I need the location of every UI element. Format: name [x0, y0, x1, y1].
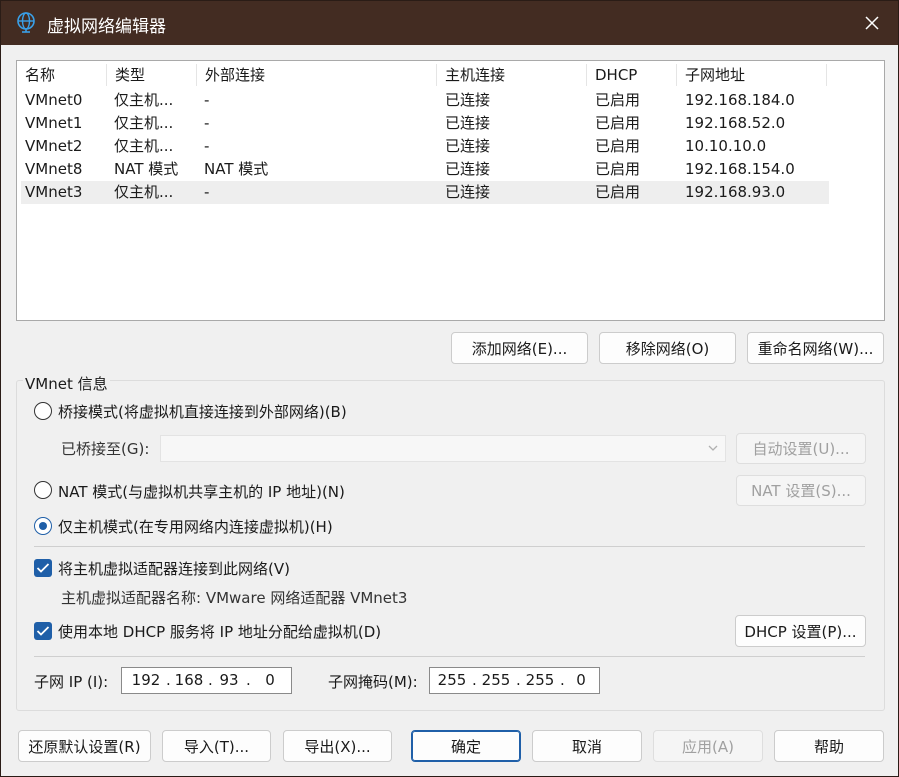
ip-octet[interactable]: 192 [126, 668, 166, 693]
cell-external: - [204, 91, 210, 109]
connect-adapter-checkbox[interactable] [34, 559, 52, 577]
column-header-external[interactable]: 外部连接 [197, 61, 437, 89]
bridged-to-select[interactable] [160, 435, 726, 462]
nat-mode-radio[interactable] [34, 481, 52, 499]
cell-subnet: 192.168.52.0 [685, 114, 786, 132]
divider [34, 656, 865, 657]
host-only-mode-label[interactable]: 仅主机模式(在专用网络内连接虚拟机)(H) [58, 516, 333, 537]
column-header-type[interactable]: 类型 [107, 61, 197, 89]
column-header-label: 类型 [115, 66, 146, 84]
globe-icon [17, 12, 35, 33]
table-row-selected[interactable]: VMnet3 仅主机... - 已连接 已启用 192.168.93.0 [21, 181, 829, 204]
cell-type: NAT 模式 [114, 160, 179, 178]
table-row[interactable]: VMnet8 NAT 模式 NAT 模式 已连接 已启用 192.168.154… [21, 158, 829, 181]
column-header-dhcp[interactable]: DHCP [587, 61, 677, 89]
ip-octet[interactable]: 168 [170, 668, 208, 693]
mask-octet[interactable]: 255 [520, 668, 560, 693]
rename-network-button[interactable]: 重命名网络(W)... [747, 332, 884, 364]
checkmark-icon [36, 626, 50, 636]
cell-name: VMnet1 [25, 114, 83, 132]
mask-octet[interactable]: 255 [476, 668, 516, 693]
column-header-host[interactable]: 主机连接 [437, 61, 587, 89]
checkmark-icon [36, 563, 50, 573]
use-dhcp-label[interactable]: 使用本地 DHCP 服务将 IP 地址分配给虚拟机(D) [58, 621, 381, 642]
cell-name: VMnet3 [25, 183, 83, 201]
use-dhcp-checkbox[interactable] [34, 622, 52, 640]
cell-host: 已连接 [445, 160, 491, 178]
table-row[interactable]: VMnet0 仅主机... - 已连接 已启用 192.168.184.0 [21, 89, 829, 112]
subnet-ip-input[interactable]: 192 . 168 . 93 . 0 [121, 667, 292, 694]
import-button[interactable]: 导入(T)... [162, 730, 271, 762]
cell-name: VMnet8 [25, 160, 83, 178]
add-network-button[interactable]: 添加网络(E)... [451, 332, 588, 364]
restore-defaults-button[interactable]: 还原默认设置(R) [18, 730, 151, 762]
list-header: 名称 类型 外部连接 主机连接 DHCP 子网地址 [17, 61, 884, 89]
cell-dhcp: 已启用 [595, 137, 641, 155]
dhcp-settings-button[interactable]: DHCP 设置(P)... [735, 615, 866, 647]
cell-type: 仅主机... [114, 91, 174, 109]
subnet-mask-input[interactable]: 255 . 255 . 255 . 0 [429, 667, 600, 694]
title-bar: 虚拟网络编辑器 [1, 1, 898, 45]
cell-type: 仅主机... [114, 114, 174, 132]
bridged-to-label: 已桥接至(G): [61, 440, 150, 458]
cancel-button[interactable]: 取消 [532, 730, 642, 762]
table-row[interactable]: VMnet1 仅主机... - 已连接 已启用 192.168.52.0 [21, 112, 829, 135]
subnet-mask-label: 子网掩码(M): [328, 673, 418, 691]
chevron-down-icon [708, 445, 718, 451]
column-header-label: 子网地址 [685, 66, 746, 84]
nat-mode-label[interactable]: NAT 模式(与虚拟机共享主机的 IP 地址)(N) [58, 481, 345, 502]
auto-settings-button[interactable]: 自动设置(U)... [736, 433, 866, 464]
close-icon [865, 16, 879, 30]
table-row[interactable]: VMnet2 仅主机... - 已连接 已启用 10.10.10.0 [21, 135, 829, 158]
help-button[interactable]: 帮助 [774, 730, 884, 762]
nat-settings-button[interactable]: NAT 设置(S)... [736, 475, 866, 506]
cell-host: 已连接 [445, 114, 491, 132]
connect-adapter-label[interactable]: 将主机虚拟适配器连接到此网络(V) [58, 558, 290, 579]
cell-name: VMnet2 [25, 137, 83, 155]
bridged-mode-radio[interactable] [34, 402, 52, 420]
column-header-label: 名称 [25, 66, 56, 84]
adapter-name-text: 主机虚拟适配器名称: VMware 网络适配器 VMnet3 [61, 589, 408, 607]
column-header-subnet[interactable]: 子网地址 [677, 61, 827, 89]
cell-dhcp: 已启用 [595, 91, 641, 109]
apply-button[interactable]: 应用(A) [653, 730, 763, 762]
cell-external: - [204, 137, 210, 155]
vmnet-info-label: VMnet 信息 [23, 373, 110, 394]
ip-octet[interactable]: 93 [212, 668, 246, 693]
network-list[interactable]: 名称 类型 外部连接 主机连接 DHCP 子网地址 VMnet0 仅主机... … [16, 60, 885, 321]
export-button[interactable]: 导出(X)... [283, 730, 392, 762]
mask-octet[interactable]: 255 [432, 668, 472, 693]
ok-button[interactable]: 确定 [411, 730, 521, 762]
mask-octet[interactable]: 0 [564, 668, 598, 693]
cell-subnet: 192.168.93.0 [685, 183, 786, 201]
cell-external: NAT 模式 [204, 160, 269, 178]
divider [34, 546, 865, 547]
subnet-ip-label: 子网 IP (I): [34, 673, 109, 691]
column-header-label: 主机连接 [445, 66, 506, 84]
cell-dhcp: 已启用 [595, 183, 641, 201]
cell-external: - [204, 183, 210, 201]
column-header-label: DHCP [595, 66, 638, 84]
cell-host: 已连接 [445, 91, 491, 109]
cell-type: 仅主机... [114, 137, 174, 155]
cell-type: 仅主机... [114, 183, 174, 201]
ip-octet[interactable]: 0 [250, 668, 290, 693]
close-button[interactable] [847, 1, 897, 45]
column-header-label: 外部连接 [205, 66, 266, 84]
cell-host: 已连接 [445, 137, 491, 155]
bridged-mode-label[interactable]: 桥接模式(将虚拟机直接连接到外部网络)(B) [58, 401, 347, 422]
host-only-mode-radio[interactable] [34, 517, 52, 535]
cell-host: 已连接 [445, 183, 491, 201]
cell-name: VMnet0 [25, 91, 83, 109]
cell-external: - [204, 114, 210, 132]
column-header-name[interactable]: 名称 [17, 61, 107, 89]
cell-dhcp: 已启用 [595, 160, 641, 178]
virtual-network-editor-window: 虚拟网络编辑器 名称 类型 外部连接 主机连接 DHCP 子网地址 VMnet0… [0, 0, 899, 777]
window-title: 虚拟网络编辑器 [47, 17, 166, 37]
cell-subnet: 10.10.10.0 [685, 137, 767, 155]
cell-subnet: 192.168.154.0 [685, 160, 795, 178]
cell-dhcp: 已启用 [595, 114, 641, 132]
remove-network-button[interactable]: 移除网络(O) [599, 332, 736, 364]
cell-subnet: 192.168.184.0 [685, 91, 795, 109]
